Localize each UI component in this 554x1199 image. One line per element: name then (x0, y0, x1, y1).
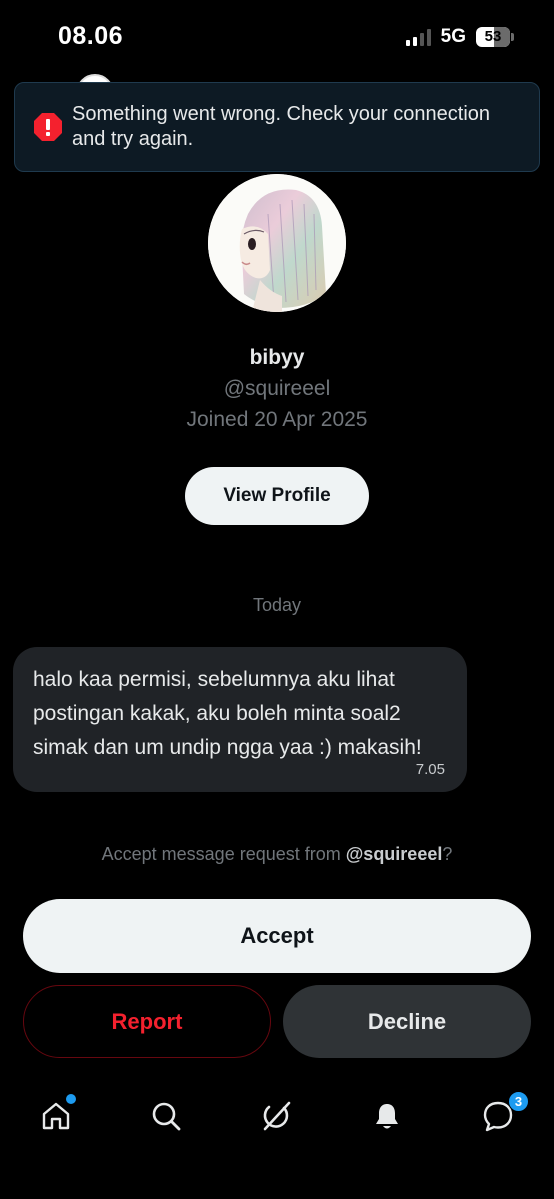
accept-button[interactable]: Accept (23, 899, 531, 973)
message-bubble[interactable]: halo kaa permisi, sebelumnya aku lihat p… (13, 647, 467, 792)
profile-joined-date: Joined 20 Apr 2025 (186, 408, 368, 431)
bell-icon (376, 1104, 398, 1129)
request-prompt-handle: @squireeel (345, 844, 443, 864)
nav-grok[interactable] (258, 1098, 294, 1134)
nav-notifications[interactable] (369, 1098, 405, 1134)
grok-icon (263, 1101, 291, 1131)
search-icon (152, 1102, 181, 1131)
nav-messages[interactable]: 3 (480, 1091, 529, 1134)
request-prompt-suffix: ? (442, 844, 453, 864)
status-bar: 08.06 5G 53 (0, 0, 554, 70)
error-octagon-icon (34, 113, 62, 141)
status-indicators: 5G 53 (405, 26, 514, 48)
message-text: halo kaa permisi, sebelumnya aku lihat p… (33, 668, 422, 759)
message-request-prompt: Accept message request from @squireeel? (0, 844, 554, 865)
request-prompt-prefix: Accept message request from (101, 844, 346, 864)
home-notification-dot (66, 1094, 76, 1104)
decline-button[interactable]: Decline (283, 985, 531, 1058)
cellular-signal-icon (405, 28, 431, 46)
user-avatar-illustration (208, 174, 346, 312)
status-time: 08.06 (58, 22, 124, 50)
profile-avatar[interactable] (208, 174, 346, 312)
battery-level: 53 (484, 28, 502, 45)
error-banner: Something went wrong. Check your connect… (14, 82, 540, 172)
messages-badge: 3 (508, 1091, 529, 1112)
battery-icon: 53 (476, 27, 514, 47)
message-timestamp: 7.05 (415, 761, 445, 778)
network-type: 5G (440, 26, 466, 47)
home-icon (42, 1102, 70, 1130)
nav-search[interactable] (148, 1098, 184, 1134)
error-message: Something went wrong. Check your connect… (72, 103, 491, 150)
date-separator: Today (252, 595, 302, 615)
profile-handle: @squireeel (223, 377, 331, 400)
profile-name: bibyy (249, 346, 305, 369)
nav-home[interactable] (38, 1094, 76, 1134)
view-profile-button[interactable]: View Profile (185, 467, 369, 525)
bottom-nav: 3 (0, 1080, 554, 1150)
report-button[interactable]: Report (23, 985, 271, 1058)
